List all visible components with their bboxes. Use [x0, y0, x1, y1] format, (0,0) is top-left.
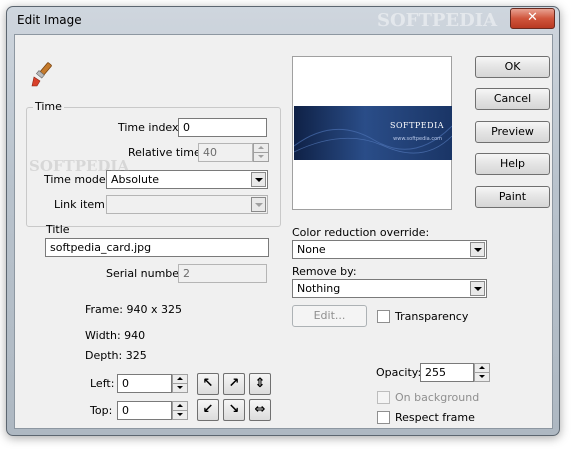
edit-image-window: Edit Image SOFTPEDIA ✕ Time Time index: …	[6, 6, 560, 436]
time-mode-select[interactable]: Absolute	[106, 170, 268, 189]
transparency-label: Transparency	[395, 310, 469, 323]
watermark-title: SOFTPEDIA	[377, 10, 498, 31]
respect-frame-checkbox[interactable]	[377, 411, 390, 424]
opacity-label: Opacity:	[376, 366, 422, 379]
card-swirl-graphic	[294, 125, 452, 154]
spin-down-icon[interactable]	[173, 411, 187, 419]
spin-up-icon[interactable]	[475, 364, 489, 373]
chevron-down-icon[interactable]	[251, 172, 266, 187]
spin-up-icon[interactable]	[173, 402, 187, 411]
arrow-up-left-icon: ↖	[202, 376, 214, 391]
card-subtitle: www.softpedia.com	[393, 136, 442, 142]
opacity-field[interactable]: 255	[420, 363, 474, 382]
arrow-down-left-icon: ↙	[202, 402, 214, 417]
on-background-label: On background	[395, 391, 480, 404]
link-item-label: Link item:	[54, 198, 109, 211]
time-index-label: Time index:	[118, 121, 183, 134]
title-label: Title	[46, 223, 70, 236]
left-field[interactable]: 0	[117, 374, 172, 393]
arrow-up-right-icon: ↗	[228, 376, 240, 391]
dialog-body: Time Time index: 0 Relative time: 40 Tim…	[14, 34, 553, 429]
spin-down-icon[interactable]	[173, 384, 187, 392]
align-horizontal-button[interactable]: ⇔	[249, 399, 271, 421]
arrow-down-right-icon: ↘	[228, 402, 240, 417]
depth-info: Depth: 325	[85, 349, 147, 362]
close-button[interactable]: ✕	[510, 8, 555, 29]
remove-by-select[interactable]: Nothing	[292, 279, 487, 298]
edit-button[interactable]: Edit...	[292, 305, 367, 327]
align-top-right-button[interactable]: ↗	[223, 373, 245, 395]
align-bottom-left-button[interactable]: ↙	[197, 399, 219, 421]
spin-up-icon[interactable]	[173, 375, 187, 384]
frame-info: Frame: 940 x 325	[85, 303, 182, 316]
opacity-spinner[interactable]	[474, 363, 490, 382]
left-label: Left:	[90, 377, 115, 390]
top-spinner[interactable]	[172, 401, 188, 420]
width-info: Width: 940	[85, 329, 146, 342]
paint-button[interactable]: Paint	[475, 186, 550, 208]
preview-button[interactable]: Preview	[475, 121, 550, 143]
respect-frame-label: Respect frame	[395, 411, 475, 424]
color-reduction-label: Color reduction override:	[292, 226, 430, 239]
serial-number-field: 2	[178, 264, 267, 283]
paintbrush-icon	[31, 62, 52, 87]
left-spinner[interactable]	[172, 374, 188, 393]
image-preview: SOFTPEDIA www.softpedia.com	[292, 56, 452, 210]
watermark-body: SOFTPEDIA	[29, 157, 130, 175]
spin-down-icon[interactable]	[254, 153, 268, 161]
time-group-label: Time	[33, 100, 64, 113]
remove-by-value: Nothing	[297, 282, 341, 295]
preview-image: SOFTPEDIA www.softpedia.com	[294, 106, 452, 160]
chevron-down-icon[interactable]	[251, 197, 266, 212]
arrows-vertical-icon: ⇕	[254, 376, 266, 391]
card-title: SOFTPEDIA	[390, 121, 444, 130]
color-reduction-select[interactable]: None	[292, 240, 487, 259]
time-index-field[interactable]: 0	[178, 118, 267, 137]
align-bottom-right-button[interactable]: ↘	[223, 399, 245, 421]
window-title: Edit Image	[17, 13, 82, 27]
color-reduction-value: None	[297, 243, 326, 256]
on-background-checkbox[interactable]	[377, 391, 390, 404]
serial-number-label: Serial number:	[106, 267, 188, 280]
relative-time-field[interactable]: 40	[198, 143, 253, 162]
spin-down-icon[interactable]	[475, 373, 489, 381]
align-vertical-button[interactable]: ⇕	[249, 373, 271, 395]
top-field[interactable]: 0	[117, 401, 172, 420]
title-bar[interactable]: Edit Image SOFTPEDIA ✕	[7, 7, 559, 33]
close-icon: ✕	[527, 10, 538, 25]
spin-up-icon[interactable]	[254, 144, 268, 153]
align-top-left-button[interactable]: ↖	[197, 373, 219, 395]
cancel-button[interactable]: Cancel	[475, 88, 550, 110]
arrows-horizontal-icon: ⇔	[254, 402, 266, 417]
top-label: Top:	[90, 404, 113, 417]
remove-by-label: Remove by:	[292, 265, 357, 278]
ok-button[interactable]: OK	[475, 56, 550, 78]
chevron-down-icon[interactable]	[470, 281, 485, 296]
chevron-down-icon[interactable]	[470, 242, 485, 257]
relative-time-label: Relative time:	[128, 146, 205, 159]
title-field[interactable]: softpedia_card.jpg	[45, 238, 269, 257]
link-item-select[interactable]	[106, 195, 268, 214]
help-button[interactable]: Help	[475, 153, 550, 175]
relative-time-spinner[interactable]	[253, 143, 269, 162]
transparency-checkbox[interactable]	[377, 310, 390, 323]
